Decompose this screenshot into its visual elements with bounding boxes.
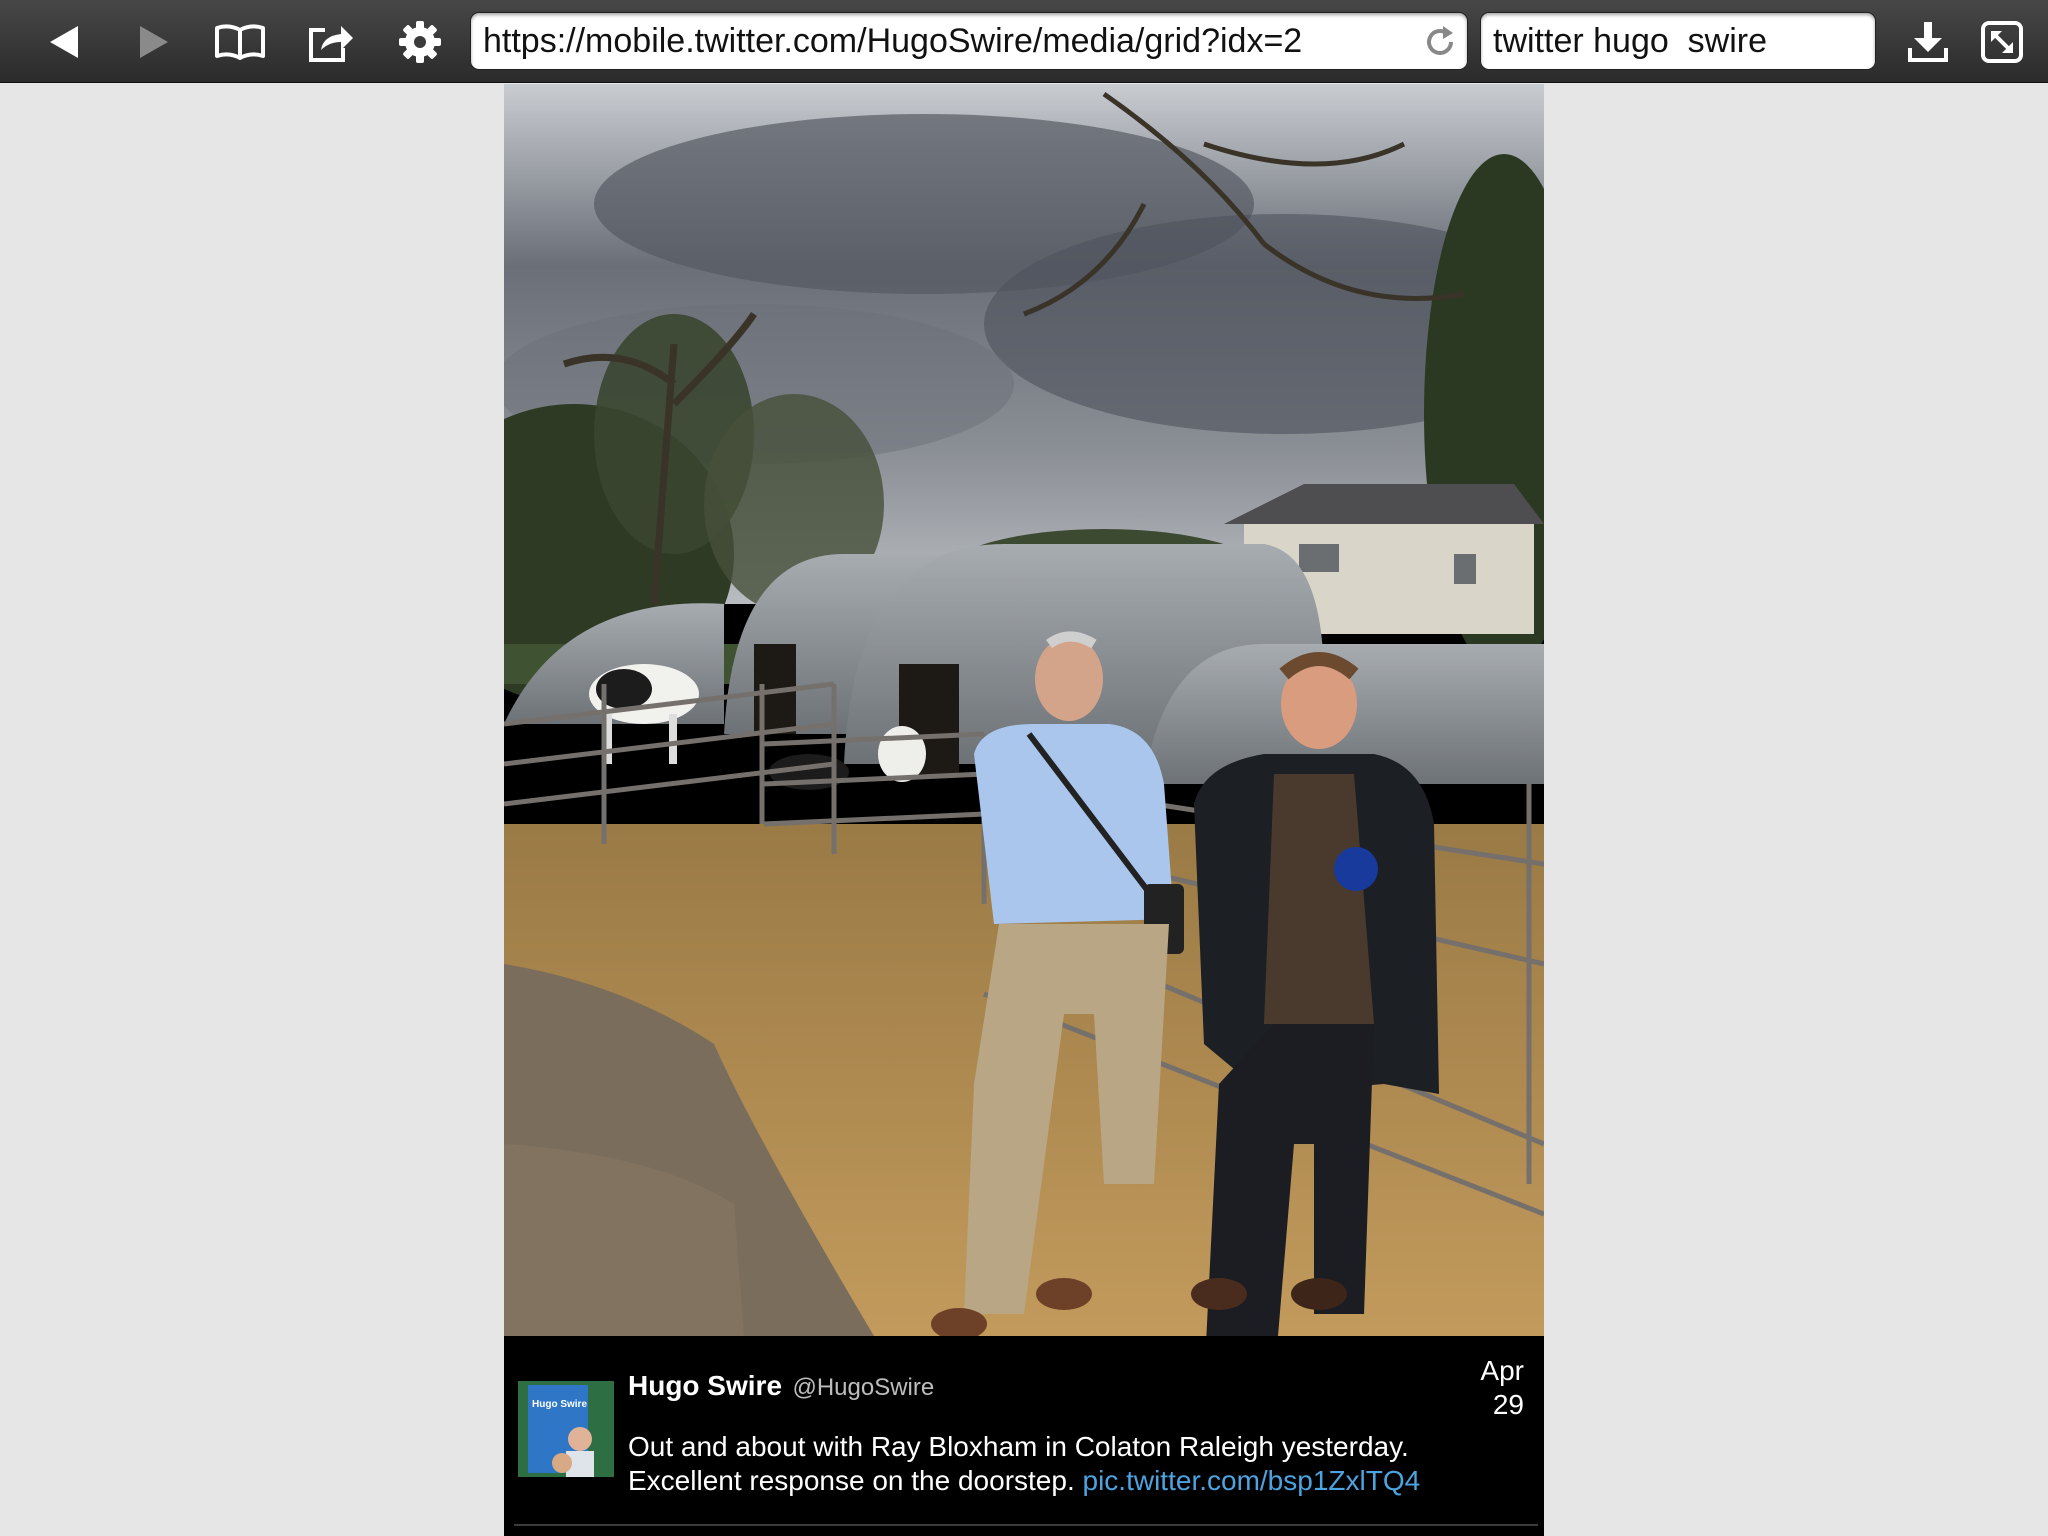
browser-toolbar: https://mobile.twitter.com/HugoSwire/med… (0, 0, 2048, 83)
user-handle[interactable]: @HugoSwire (792, 1374, 934, 1401)
media-viewer: Hugo Swire Hugo Swire @HugoSwire Apr 29 … (504, 84, 1544, 1536)
divider (514, 1524, 1538, 1526)
avatar-image: Hugo Swire (518, 1381, 614, 1477)
tweet-text-line2: Excellent response on the doorstep. (628, 1465, 1075, 1496)
forward-icon (140, 26, 168, 58)
tweet-date-month: Apr (1480, 1355, 1524, 1386)
fullscreen-button[interactable] (1970, 10, 2034, 74)
user-display-name[interactable]: Hugo Swire (628, 1370, 782, 1401)
farm-photo-illustration (504, 84, 1544, 1336)
settings-icon (399, 21, 441, 63)
share-icon (309, 26, 353, 62)
reload-icon[interactable] (1421, 23, 1459, 61)
forward-button[interactable] (120, 10, 184, 74)
tweet-text: Out and about with Ray Bloxham in Colato… (628, 1430, 1518, 1498)
tweet-caption: Hugo Swire Hugo Swire @HugoSwire Apr 29 … (504, 1336, 1544, 1536)
tweet-text-line1: Out and about with Ray Bloxham in Colato… (628, 1431, 1409, 1462)
tweet-header: Hugo Swire @HugoSwire (628, 1370, 934, 1402)
back-icon (50, 26, 78, 58)
tweet-date[interactable]: Apr 29 (1480, 1354, 1524, 1422)
bookmarks-button[interactable] (208, 10, 272, 74)
bookmarks-icon (215, 24, 265, 60)
fullscreen-icon (1981, 21, 2023, 63)
tweet-media-link[interactable]: pic.twitter.com/bsp1ZxlTQ4 (1083, 1465, 1421, 1496)
search-field[interactable]: twitter hugo swire (1480, 12, 1876, 70)
url-field[interactable]: https://mobile.twitter.com/HugoSwire/med… (470, 12, 1468, 70)
back-button[interactable] (32, 10, 96, 74)
tweet-date-day: 29 (1492, 1389, 1524, 1420)
download-icon (1908, 22, 1948, 62)
avatar[interactable]: Hugo Swire (518, 1381, 614, 1477)
download-button[interactable] (1896, 10, 1960, 74)
url-text: https://mobile.twitter.com/HugoSwire/med… (483, 22, 1303, 60)
share-button[interactable] (298, 10, 362, 74)
settings-button[interactable] (388, 10, 452, 74)
search-text: twitter hugo swire (1493, 22, 1767, 60)
tweet-photo[interactable] (504, 84, 1544, 1336)
avatar-text: Hugo Swire (532, 1399, 587, 1410)
